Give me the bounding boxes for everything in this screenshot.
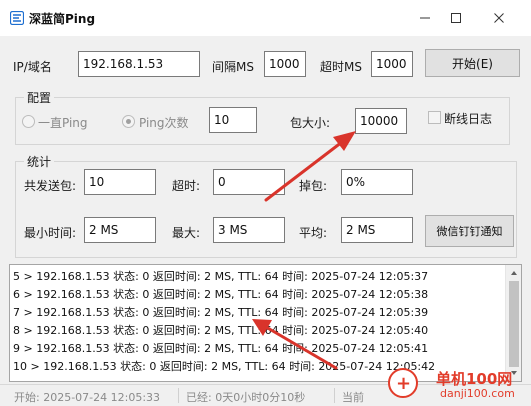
sent-label: 共发送包: bbox=[24, 179, 77, 193]
radio-always-ping[interactable] bbox=[22, 115, 35, 128]
close-button[interactable] bbox=[484, 6, 514, 30]
log-scroll-thumb[interactable] bbox=[509, 281, 519, 367]
timeout-count-value: 0 bbox=[213, 169, 285, 195]
status-start-time: 开始: 2025-07-24 12:05:33 bbox=[14, 391, 161, 404]
log-line: 10 > 192.168.1.53 状态: 0 返回时间: 2 MS, TTL:… bbox=[13, 360, 436, 373]
interval-input[interactable]: 1000 bbox=[264, 51, 306, 77]
ip-label: IP/域名 bbox=[13, 60, 52, 74]
packet-size-input[interactable]: 10000 bbox=[355, 108, 407, 134]
interval-label: 间隔MS bbox=[212, 60, 254, 74]
status-separator bbox=[178, 388, 179, 403]
status-current: 当前 bbox=[342, 391, 364, 404]
stats-group-title: 统计 bbox=[24, 153, 55, 170]
minimize-icon bbox=[420, 17, 430, 19]
ip-input[interactable]: 192.168.1.53 bbox=[78, 51, 200, 77]
disconnect-log-checkbox[interactable] bbox=[428, 111, 441, 124]
wechat-dingtalk-notify-button[interactable]: 微信钉钉通知 bbox=[425, 215, 514, 247]
avg-time-value: 2 MS bbox=[341, 217, 413, 243]
window-title: 深蓝简Ping bbox=[29, 12, 96, 26]
packet-loss-label: 掉包: bbox=[299, 179, 328, 193]
minimize-button[interactable] bbox=[410, 6, 440, 30]
status-separator bbox=[334, 388, 335, 403]
timeout-ms-label: 超时MS bbox=[320, 60, 362, 74]
maximize-icon bbox=[451, 13, 461, 23]
packet-size-label: 包大小: bbox=[290, 116, 331, 130]
log-line: 7 > 192.168.1.53 状态: 0 返回时间: 2 MS, TTL: … bbox=[13, 306, 429, 319]
watermark-plus-icon: + bbox=[388, 368, 418, 398]
watermark-text: 单机100网 bbox=[436, 370, 513, 388]
log-line: 8 > 192.168.1.53 状态: 0 返回时间: 2 MS, TTL: … bbox=[13, 324, 429, 337]
timeout-count-label: 超时: bbox=[172, 179, 201, 193]
disconnect-log-label: 断线日志 bbox=[444, 112, 493, 126]
timeout-ms-input[interactable]: 1000 bbox=[371, 51, 413, 77]
start-button[interactable]: 开始(E) bbox=[425, 49, 520, 77]
watermark-url: danji100.com bbox=[440, 387, 515, 400]
min-time-label: 最小时间: bbox=[24, 226, 77, 240]
log-line: 6 > 192.168.1.53 状态: 0 返回时间: 2 MS, TTL: … bbox=[13, 288, 429, 301]
radio-ping-count[interactable] bbox=[122, 115, 135, 128]
close-icon bbox=[494, 13, 504, 23]
log-line: 9 > 192.168.1.53 状态: 0 返回时间: 2 MS, TTL: … bbox=[13, 342, 429, 355]
min-time-value: 2 MS bbox=[84, 217, 156, 243]
radio-count-label: Ping次数 bbox=[139, 116, 189, 130]
log-line: 5 > 192.168.1.53 状态: 0 返回时间: 2 MS, TTL: … bbox=[13, 270, 429, 283]
title-bar: 深蓝简Ping bbox=[0, 0, 531, 36]
radio-always-label: 一直Ping bbox=[38, 116, 88, 130]
avg-time-label: 平均: bbox=[299, 226, 328, 240]
max-time-value: 3 MS bbox=[213, 217, 285, 243]
scroll-up-icon[interactable] bbox=[510, 269, 518, 277]
config-group-title: 配置 bbox=[24, 89, 55, 106]
status-elapsed: 已经: 0天0小时0分10秒 bbox=[186, 391, 306, 404]
packet-loss-value: 0% bbox=[341, 169, 413, 195]
ping-count-input[interactable]: 10 bbox=[209, 107, 257, 133]
max-time-label: 最大: bbox=[172, 226, 201, 240]
maximize-button[interactable] bbox=[441, 6, 471, 30]
log-scrollbar[interactable] bbox=[505, 265, 521, 381]
app-logo-icon bbox=[10, 11, 24, 25]
sent-value: 10 bbox=[84, 169, 156, 195]
watermark-logo: + 单机100网 danji100.com bbox=[388, 366, 531, 406]
ping-log[interactable]: 5 > 192.168.1.53 状态: 0 返回时间: 2 MS, TTL: … bbox=[9, 264, 522, 382]
